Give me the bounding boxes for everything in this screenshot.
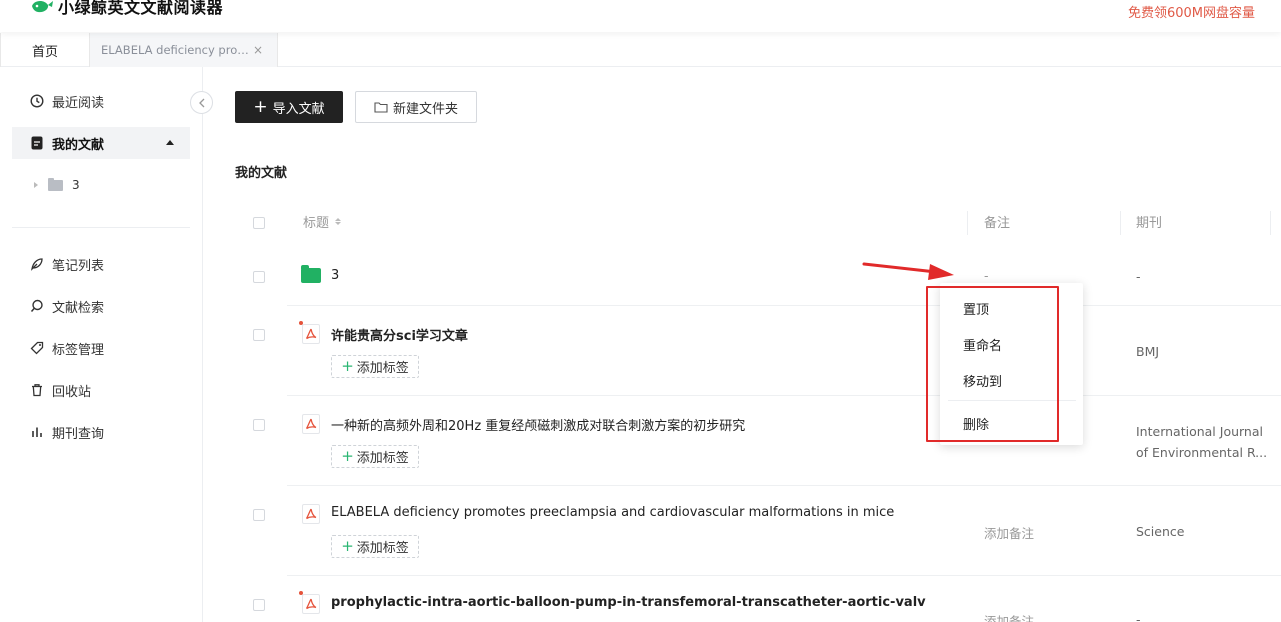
row-journal-line: International Journal <box>1136 424 1263 439</box>
import-button[interactable]: + 导入文献 <box>235 91 343 123</box>
caret-up-icon[interactable] <box>166 140 174 145</box>
app-header: 小绿鲸英文文献阅读器 免费领600M网盘容量 <box>0 0 1281 32</box>
plus-icon: + <box>253 96 268 117</box>
sidebar-item-label: 文献检索 <box>52 300 105 316</box>
row-note: - <box>984 268 989 283</box>
pdf-icon <box>302 594 320 614</box>
tab-document[interactable]: ELABELA deficiency promotes preeclampsia… <box>90 33 278 67</box>
sidebar-item-label: 回收站 <box>52 384 92 400</box>
tab-home-label: 首页 <box>31 44 58 60</box>
column-divider <box>1120 211 1121 235</box>
row-checkbox[interactable] <box>253 599 265 611</box>
column-header-label: 标题 <box>303 216 330 231</box>
sidebar-collapse-button[interactable] <box>190 91 213 114</box>
row-divider <box>287 395 1281 396</box>
expand-arrow-icon[interactable] <box>34 182 38 188</box>
column-header-journal: 期刊 <box>1136 212 1162 231</box>
add-tag-label: 添加标签 <box>356 361 409 376</box>
column-header-note: 备注 <box>984 212 1010 231</box>
row-checkbox[interactable] <box>253 509 265 521</box>
column-header-label: 期刊 <box>1136 216 1163 231</box>
pdf-icon <box>302 504 320 524</box>
whale-logo-icon <box>30 0 54 15</box>
app-name: 小绿鲸英文文献阅读器 <box>58 0 224 17</box>
row-divider <box>287 305 1281 306</box>
plus-icon: + <box>341 447 354 465</box>
sidebar-item-label: 我的文献 <box>52 137 105 153</box>
row-journal: Science <box>1136 524 1185 539</box>
pdf-icon <box>302 414 320 434</box>
pdf-icon <box>302 324 320 344</box>
row-title[interactable]: ELABELA deficiency promotes preeclampsia… <box>331 505 894 520</box>
trash-icon <box>29 383 44 398</box>
add-note-link[interactable]: 添加备注 <box>984 523 1034 542</box>
sort-icon[interactable] <box>335 218 342 225</box>
row-journal: BMJ <box>1136 344 1160 359</box>
new-folder-button[interactable]: 新建文件夹 <box>355 91 477 123</box>
sidebar-item-trash[interactable]: 回收站 <box>12 374 190 406</box>
folder-icon <box>48 177 63 191</box>
select-all-checkbox[interactable] <box>253 217 265 229</box>
tab-home[interactable]: 首页 <box>0 33 90 67</box>
add-note-link[interactable]: 添加备注 <box>984 611 1034 622</box>
document-icon <box>29 136 44 151</box>
tab-close-icon[interactable]: × <box>253 43 263 57</box>
sidebar-divider <box>12 227 190 228</box>
column-divider <box>967 211 968 235</box>
plus-icon: + <box>341 357 354 375</box>
annotation-highlight-box <box>926 286 1059 442</box>
add-tag-button[interactable]: + 添加标签 <box>331 445 419 468</box>
sidebar-item-tags[interactable]: 标签管理 <box>12 332 190 364</box>
column-header-title[interactable]: 标题 <box>303 212 342 231</box>
app-logo[interactable]: 小绿鲸英文文献阅读器 <box>30 0 223 18</box>
folder-icon <box>301 265 321 283</box>
row-checkbox[interactable] <box>253 271 265 283</box>
new-folder-button-label: 新建文件夹 <box>392 101 458 117</box>
tag-icon <box>29 341 44 356</box>
add-tag-button[interactable]: + 添加标签 <box>331 355 419 378</box>
feather-icon <box>29 257 44 272</box>
plus-icon: + <box>341 537 354 555</box>
folder-outline-icon <box>374 101 388 113</box>
row-title[interactable]: 3 <box>331 268 339 283</box>
sidebar-item-label: 期刊查询 <box>52 426 105 442</box>
sidebar-item-search[interactable]: 文献检索 <box>12 290 190 322</box>
sidebar-item-label: 笔记列表 <box>52 258 105 274</box>
sidebar-folder-label: 3 <box>72 178 80 192</box>
clock-icon <box>29 94 44 109</box>
column-divider <box>1270 211 1271 235</box>
promo-link[interactable]: 免费领600M网盘容量 <box>1128 2 1255 21</box>
page-title: 我的文献 <box>235 166 288 181</box>
row-divider <box>287 575 1281 576</box>
row-journal: - <box>1136 269 1141 284</box>
sidebar-folder-3[interactable]: 3 <box>34 177 80 192</box>
import-button-label: 导入文献 <box>272 101 325 117</box>
add-tag-label: 添加标签 <box>356 451 409 466</box>
sidebar: 最近阅读 我的文献 3 笔记列表 文献检索 标签管理 回收站 期刊查询 <box>0 67 203 622</box>
sidebar-item-my-docs[interactable]: 我的文献 <box>12 127 190 159</box>
sidebar-item-notes[interactable]: 笔记列表 <box>12 248 190 280</box>
row-divider <box>287 485 1281 486</box>
sidebar-item-recent[interactable]: 最近阅读 <box>12 85 190 117</box>
bar-chart-icon <box>29 425 44 440</box>
row-title[interactable]: 一种新的高频外周和20Hz 重复经颅磁刺激成对联合刺激方案的初步研究 <box>331 415 745 434</box>
row-checkbox[interactable] <box>253 329 265 341</box>
sidebar-item-label: 标签管理 <box>52 342 105 358</box>
row-journal: - <box>1136 612 1141 622</box>
row-journal-line: of Environmental R... <box>1136 445 1268 460</box>
tab-document-label: ELABELA deficiency promotes preeclampsia… <box>101 43 249 57</box>
row-journal: International Journal of Environmental R… <box>1136 421 1267 463</box>
row-title[interactable]: prophylactic-intra-aortic-balloon-pump-i… <box>331 595 926 610</box>
tab-bar: 首页 ELABELA deficiency promotes preeclamp… <box>0 33 1281 67</box>
annotation-arrow-icon <box>862 262 954 280</box>
row-title[interactable]: 许能贵高分sci学习文章 <box>331 325 468 344</box>
row-checkbox[interactable] <box>253 419 265 431</box>
sidebar-item-label: 最近阅读 <box>52 95 105 111</box>
add-tag-button[interactable]: + 添加标签 <box>331 535 419 558</box>
column-header-label: 备注 <box>984 216 1011 231</box>
chevron-left-icon <box>198 93 206 112</box>
add-tag-label: 添加标签 <box>356 541 409 556</box>
sidebar-item-journal[interactable]: 期刊查询 <box>12 416 190 448</box>
search-icon <box>29 299 44 314</box>
